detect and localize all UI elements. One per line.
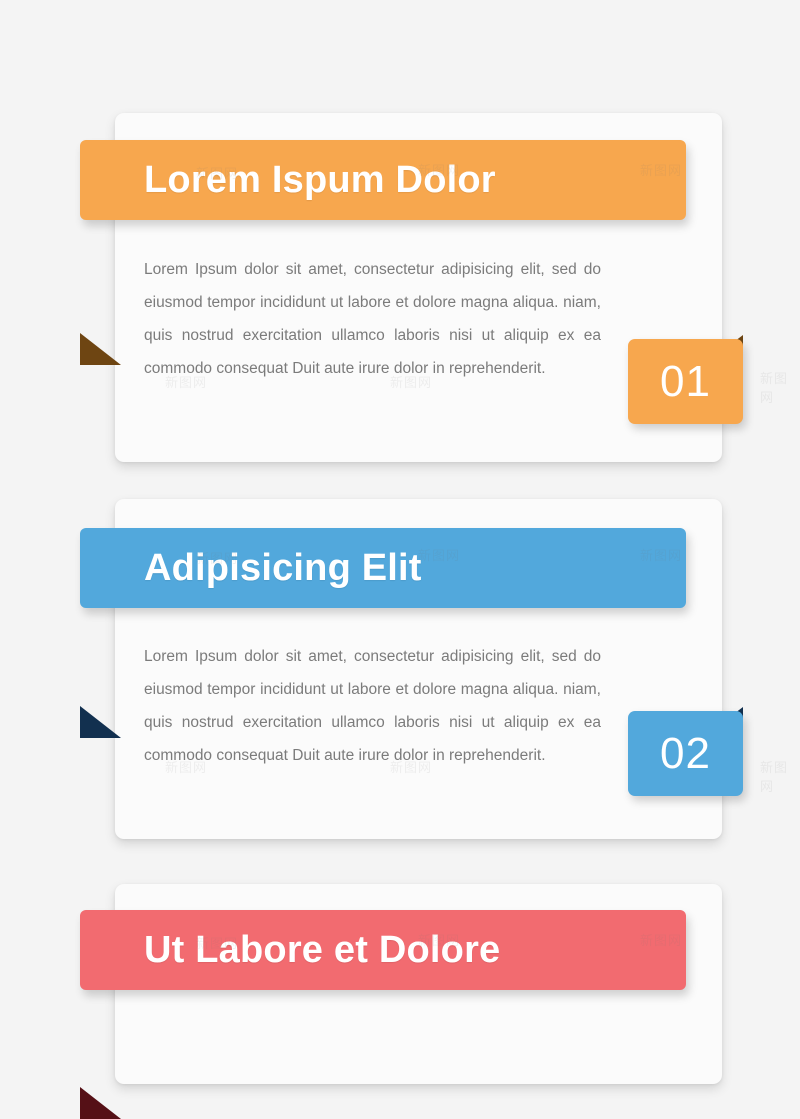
infographic-canvas: Lorem Ispum Dolor Lorem Ipsum dolor sit … bbox=[0, 0, 800, 1119]
section-02-ribbon-fold bbox=[80, 706, 121, 738]
section-02-number-badge[interactable]: 02 bbox=[628, 711, 743, 796]
section-03-ribbon[interactable]: Ut Labore et Dolore bbox=[80, 910, 686, 990]
section-01-title: Lorem Ispum Dolor bbox=[144, 158, 496, 201]
section-02-ribbon[interactable]: Adipisicing Elit bbox=[80, 528, 686, 608]
section-01-ribbon[interactable]: Lorem Ispum Dolor bbox=[80, 140, 686, 220]
section-01-number-badge[interactable]: 01 bbox=[628, 339, 743, 424]
watermark: 新图网 bbox=[760, 371, 789, 405]
section-03-ribbon-fold bbox=[80, 1087, 121, 1119]
section-01-number: 01 bbox=[660, 356, 711, 406]
section-02-number: 02 bbox=[660, 728, 711, 778]
section-02-title: Adipisicing Elit bbox=[144, 546, 422, 589]
watermark: 新图网 bbox=[760, 760, 789, 794]
section-03-title: Ut Labore et Dolore bbox=[144, 928, 501, 971]
section-01-body-text: Lorem Ipsum dolor sit amet, consectetur … bbox=[144, 261, 601, 377]
section-02-body-text: Lorem Ipsum dolor sit amet, consectetur … bbox=[144, 648, 601, 764]
section-01-ribbon-fold bbox=[80, 333, 121, 365]
